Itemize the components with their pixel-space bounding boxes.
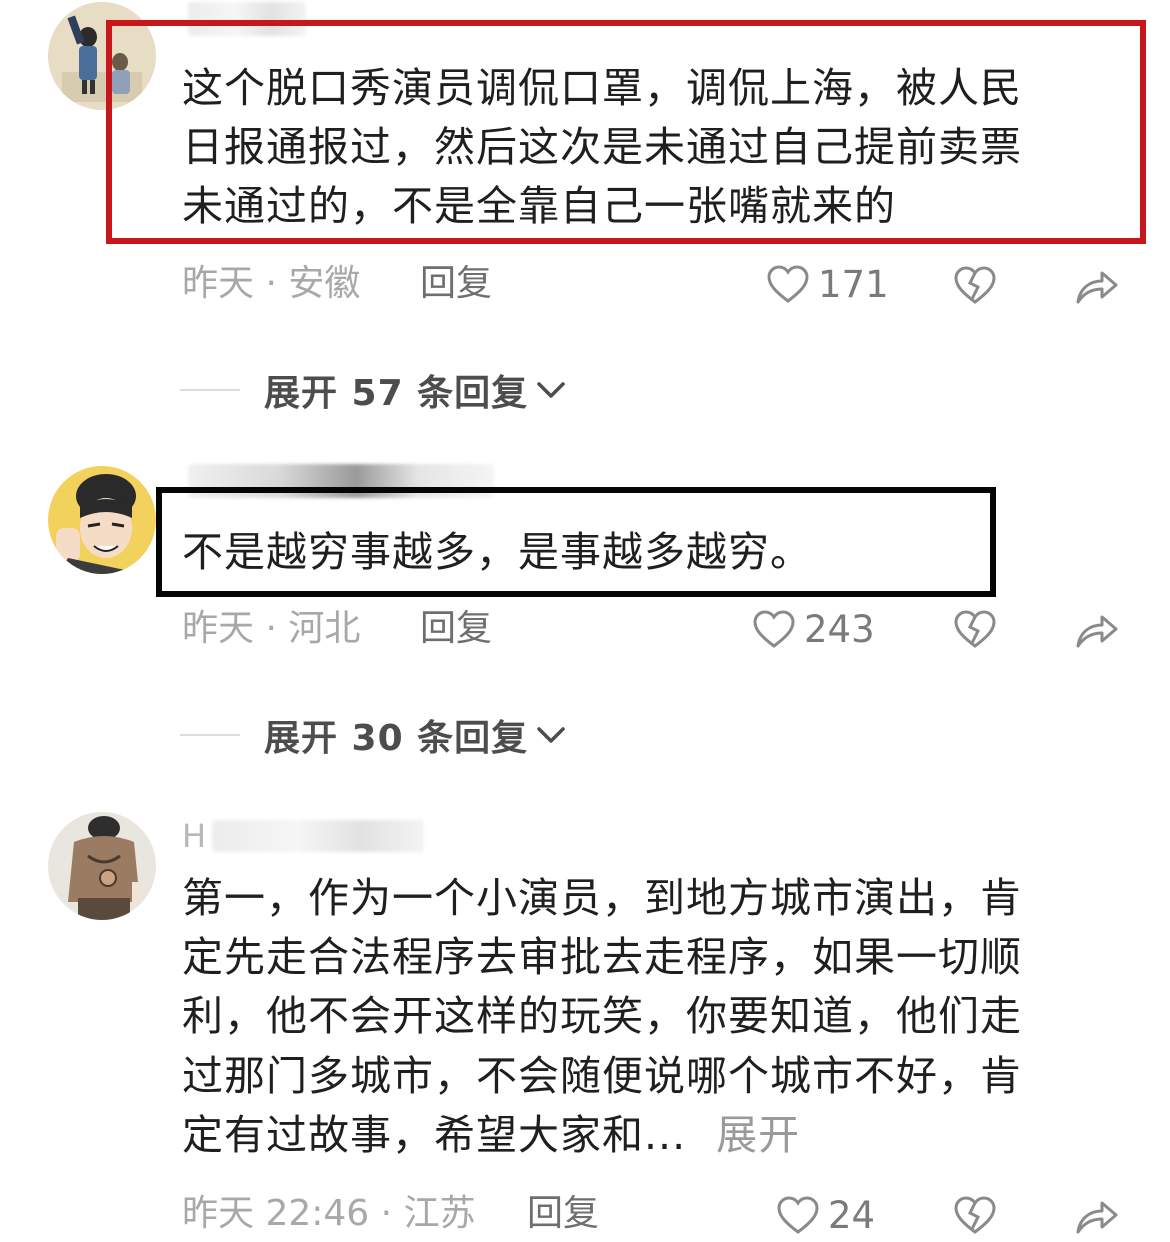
comment-text-line: 定有过故事，希望大家和... [182, 1111, 687, 1159]
like-button[interactable]: 171 [766, 262, 889, 306]
comment-meta: 昨天 22:46 · 江苏 [182, 1194, 476, 1234]
reply-button[interactable]: 回复 [527, 1194, 599, 1234]
expand-replies[interactable]: 展开 30 条回复 [180, 713, 568, 759]
comment-time: 昨天 [182, 608, 255, 649]
share-arrow-icon [1076, 271, 1118, 304]
like-button[interactable]: 243 [752, 607, 875, 651]
comment-text-line: 定先走合法程序去审批去走程序，如果一切顺 [182, 933, 1022, 981]
comment-meta: 昨天 · 安徽 [182, 264, 360, 304]
reply-button[interactable]: 回复 [420, 264, 492, 304]
comment-text-line: 利，他不会开这样的玩笑，你要知道，他们走 [182, 992, 1022, 1040]
comment-location: 安徽 [288, 263, 361, 304]
username[interactable]: H [182, 816, 425, 856]
expand-replies[interactable]: 展开 57 条回复 [180, 368, 568, 414]
chevron-down-icon [537, 382, 565, 398]
comment-time: 昨天 [182, 263, 255, 304]
comment-text-line: 不是越穷事越多，是事越多越穷。 [182, 528, 812, 576]
comment-location: 河北 [288, 608, 361, 649]
expand-replies-label: 展开 30 条回复 [264, 718, 529, 759]
share-arrow-icon [1076, 615, 1118, 648]
divider [180, 389, 240, 391]
like-button[interactable]: 24 [776, 1193, 875, 1237]
heart-outline-icon [753, 610, 795, 648]
separator: · [265, 263, 277, 304]
comment-text-line: 过那门多城市，不会随便说哪个城市不好，肯 [182, 1052, 1022, 1100]
avatar[interactable] [48, 466, 156, 574]
expand-replies-label: 展开 57 条回复 [264, 373, 529, 414]
dislike-button[interactable] [953, 265, 997, 305]
share-button[interactable] [1074, 610, 1118, 650]
username-visible-part: H [182, 817, 207, 855]
like-count: 171 [818, 262, 889, 306]
like-count: 24 [828, 1193, 876, 1237]
separator: · [265, 608, 277, 649]
expand-text-link[interactable]: 展开 [716, 1111, 800, 1159]
comment-text-line: 这个脱口秀演员调侃口罩，调侃上海，被人民 [182, 64, 1022, 112]
comment-text-line: 未通过的，不是全靠自己一张嘴就来的 [182, 182, 896, 230]
dislike-button[interactable] [953, 609, 997, 649]
comment-text-line: 日报通报过，然后这次是未通过自己提前卖票 [182, 123, 1022, 171]
separator: · [380, 1193, 393, 1234]
heart-outline-icon [767, 265, 809, 303]
broken-heart-icon [954, 1196, 996, 1234]
like-count: 243 [804, 607, 875, 651]
divider [180, 734, 240, 736]
share-button[interactable] [1074, 1196, 1118, 1236]
dislike-button[interactable] [953, 1195, 997, 1235]
broken-heart-icon [954, 610, 996, 648]
comment-meta: 昨天 · 河北 [182, 609, 360, 649]
broken-heart-icon [954, 266, 996, 304]
share-button[interactable] [1074, 266, 1118, 306]
chevron-down-icon [537, 727, 565, 743]
username-blurred [212, 820, 425, 852]
reply-button[interactable]: 回复 [420, 609, 492, 649]
comment-text-line: 第一，作为一个小演员，到地方城市演出，肯 [182, 874, 1022, 922]
share-arrow-icon [1076, 1201, 1118, 1234]
heart-outline-icon [777, 1196, 819, 1234]
comment-location: 江苏 [403, 1193, 476, 1234]
comment-text-last: 定有过故事，希望大家和... 展开 [182, 1106, 800, 1165]
avatar[interactable] [48, 812, 156, 920]
comment-time: 昨天 22:46 [182, 1193, 370, 1234]
